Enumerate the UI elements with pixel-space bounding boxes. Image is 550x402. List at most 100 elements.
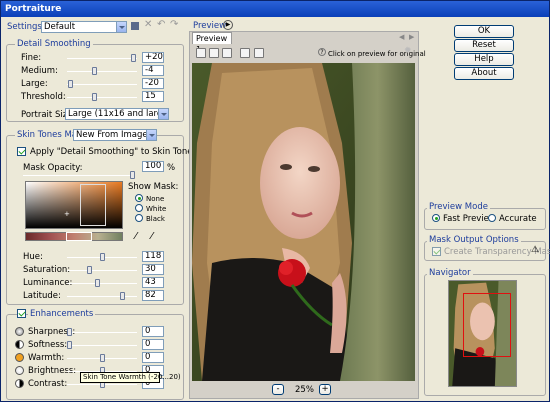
settings-label: Settings:	[7, 22, 45, 32]
detail-smoothing-label: Medium:	[21, 66, 58, 76]
skin-tone-slider[interactable]	[99, 253, 105, 261]
detail-smoothing-slider[interactable]	[68, 80, 74, 88]
show-mask-none-radio[interactable]	[135, 194, 143, 202]
skin-tone-slider[interactable]	[120, 292, 126, 300]
skin-tone-input[interactable]: 118	[142, 251, 164, 262]
enhancement-track[interactable]	[67, 345, 137, 346]
batch-icon[interactable]	[254, 48, 264, 58]
mask-opacity-input[interactable]: 100	[142, 161, 164, 172]
chevron-down-icon[interactable]	[116, 22, 126, 32]
enhancement-track[interactable]	[67, 332, 137, 333]
skin-tone-input[interactable]: 30	[142, 264, 164, 275]
apply-skin-tones-checkbox[interactable]	[17, 147, 26, 156]
enhancement-label: Warmth:	[28, 353, 65, 363]
show-mask-white-label: White	[146, 205, 167, 213]
skin-tone-input[interactable]: 43	[142, 277, 164, 288]
enhancements-title: Enhancements	[28, 309, 96, 319]
navigator-view-box[interactable]	[463, 293, 511, 357]
detail-smoothing-slider[interactable]	[130, 54, 136, 62]
skin-tone-label: Hue:	[23, 252, 43, 262]
skin-tone-track[interactable]	[67, 283, 137, 284]
enhancement-input[interactable]: 0	[142, 326, 164, 337]
detail-smoothing-slider[interactable]	[91, 93, 97, 101]
skin-tone-track[interactable]	[67, 270, 137, 271]
sharpness-icon	[15, 327, 24, 336]
navigator-thumbnail[interactable]	[448, 280, 517, 387]
help-icon: ?	[318, 48, 326, 56]
ok-button[interactable]: OK	[454, 25, 514, 38]
accurate-radio[interactable]	[488, 214, 496, 222]
skin-tone-range-box[interactable]	[80, 184, 106, 226]
portrait-size-value: Large (11x16 and larger)	[68, 109, 169, 119]
zoom-out-button[interactable]: -	[272, 384, 284, 395]
detail-smoothing-track[interactable]	[67, 58, 137, 59]
mask-opacity-track[interactable]	[23, 175, 133, 176]
eyedropper-add-icon[interactable]: ⁄	[151, 231, 153, 242]
skin-tone-slider[interactable]	[86, 266, 92, 274]
play-icon[interactable]: ▶	[223, 20, 233, 30]
tab-preview-1[interactable]: Preview 1	[192, 32, 232, 54]
eyedropper-icon[interactable]: ⁄	[135, 231, 137, 242]
enhancement-label: Softness:	[28, 340, 68, 350]
create-transparency-mask-checkbox[interactable]	[432, 247, 441, 256]
fast-preview-radio[interactable]	[432, 214, 440, 222]
split-horizontal-icon[interactable]	[209, 48, 219, 58]
detail-smoothing-track[interactable]	[67, 84, 137, 85]
enhancements-checkbox[interactable]	[17, 309, 26, 318]
detail-smoothing-track[interactable]	[67, 71, 137, 72]
about-button[interactable]: About	[454, 67, 514, 80]
softness-icon	[15, 340, 24, 349]
chevron-down-icon[interactable]	[158, 109, 168, 119]
show-mask-black-label: Black	[146, 215, 165, 223]
detail-smoothing-input[interactable]: -20	[142, 78, 164, 89]
detail-smoothing-label: Large:	[21, 79, 48, 89]
enhancement-input[interactable]: 0	[142, 352, 164, 363]
detail-smoothing-input[interactable]: -4	[142, 65, 164, 76]
delete-icon[interactable]: ✕	[144, 19, 152, 30]
show-mask-white-radio[interactable]	[135, 204, 143, 212]
window-title: Portraiture	[1, 1, 549, 17]
zoom-in-button[interactable]: +	[319, 384, 331, 395]
mask-opacity-slider[interactable]	[130, 171, 135, 179]
tab-prev-icon[interactable]: ◀	[399, 33, 404, 41]
chevron-down-icon[interactable]	[146, 130, 156, 140]
accurate-label: Accurate	[499, 214, 537, 224]
settings-select[interactable]: Default	[41, 21, 127, 33]
detail-smoothing-input[interactable]: 15	[142, 91, 164, 102]
enhancement-slider[interactable]	[99, 354, 105, 362]
crosshair-icon: +	[64, 210, 70, 218]
split-vertical-icon[interactable]	[222, 48, 232, 58]
reset-button[interactable]: Reset	[454, 39, 514, 52]
skin-tone-label: Saturation:	[23, 265, 71, 275]
enhancement-input[interactable]: 0	[142, 339, 164, 350]
hue-strip[interactable]	[25, 232, 123, 241]
preview-image[interactable]	[192, 63, 415, 381]
mask-output-title: Mask Output Options	[427, 235, 521, 245]
portrait-size-select[interactable]: Large (11x16 and larger)	[65, 108, 169, 120]
single-view-icon[interactable]	[196, 48, 206, 58]
detail-smoothing-input[interactable]: +20	[142, 52, 164, 63]
enhancement-slider[interactable]	[67, 341, 72, 349]
hue-range-box[interactable]	[66, 232, 92, 241]
new-preview-icon[interactable]	[240, 48, 250, 58]
save-icon[interactable]	[131, 22, 139, 30]
warning-icon: ⚠	[531, 245, 540, 255]
skin-tone-input[interactable]: 82	[142, 290, 164, 301]
percent-label: %	[167, 163, 176, 173]
navigator-title: Navigator	[427, 268, 473, 278]
show-mask-black-radio[interactable]	[135, 214, 143, 222]
skin-tone-label: Latitude:	[23, 291, 61, 301]
skin-tones-mask-select[interactable]: New From Image	[73, 129, 157, 141]
enhancement-slider[interactable]	[67, 328, 72, 336]
detail-smoothing-slider[interactable]	[91, 67, 97, 75]
zoom-level: 25%	[295, 385, 314, 395]
skin-tone-color-picker[interactable]: +	[25, 181, 123, 229]
skin-tone-track[interactable]	[67, 296, 137, 297]
detail-smoothing-track[interactable]	[67, 97, 137, 98]
undo-icon[interactable]: ↶	[157, 19, 165, 30]
help-button[interactable]: Help	[454, 53, 514, 66]
skin-tone-slider[interactable]	[94, 279, 100, 287]
redo-icon[interactable]: ↷	[170, 19, 178, 30]
skin-tone-label: Luminance:	[23, 278, 73, 288]
tab-next-icon[interactable]: ▶	[409, 33, 414, 41]
